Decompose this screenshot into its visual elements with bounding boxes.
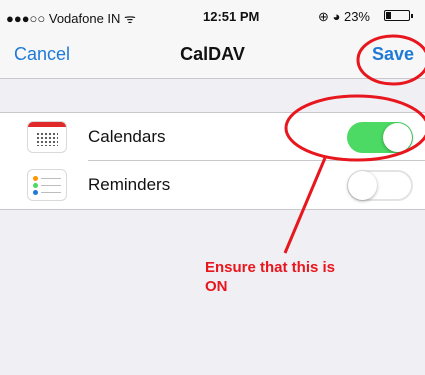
annotation-line-2: ON (205, 278, 228, 295)
toggle-highlight-circle (284, 94, 425, 162)
annotation-text: Ensure that this is ON (205, 258, 405, 296)
annotation-line-1: Ensure that this is (205, 259, 336, 276)
annotation-overlay (283, 34, 425, 254)
save-highlight-circle (356, 34, 425, 86)
annotation-arrow (283, 157, 327, 254)
